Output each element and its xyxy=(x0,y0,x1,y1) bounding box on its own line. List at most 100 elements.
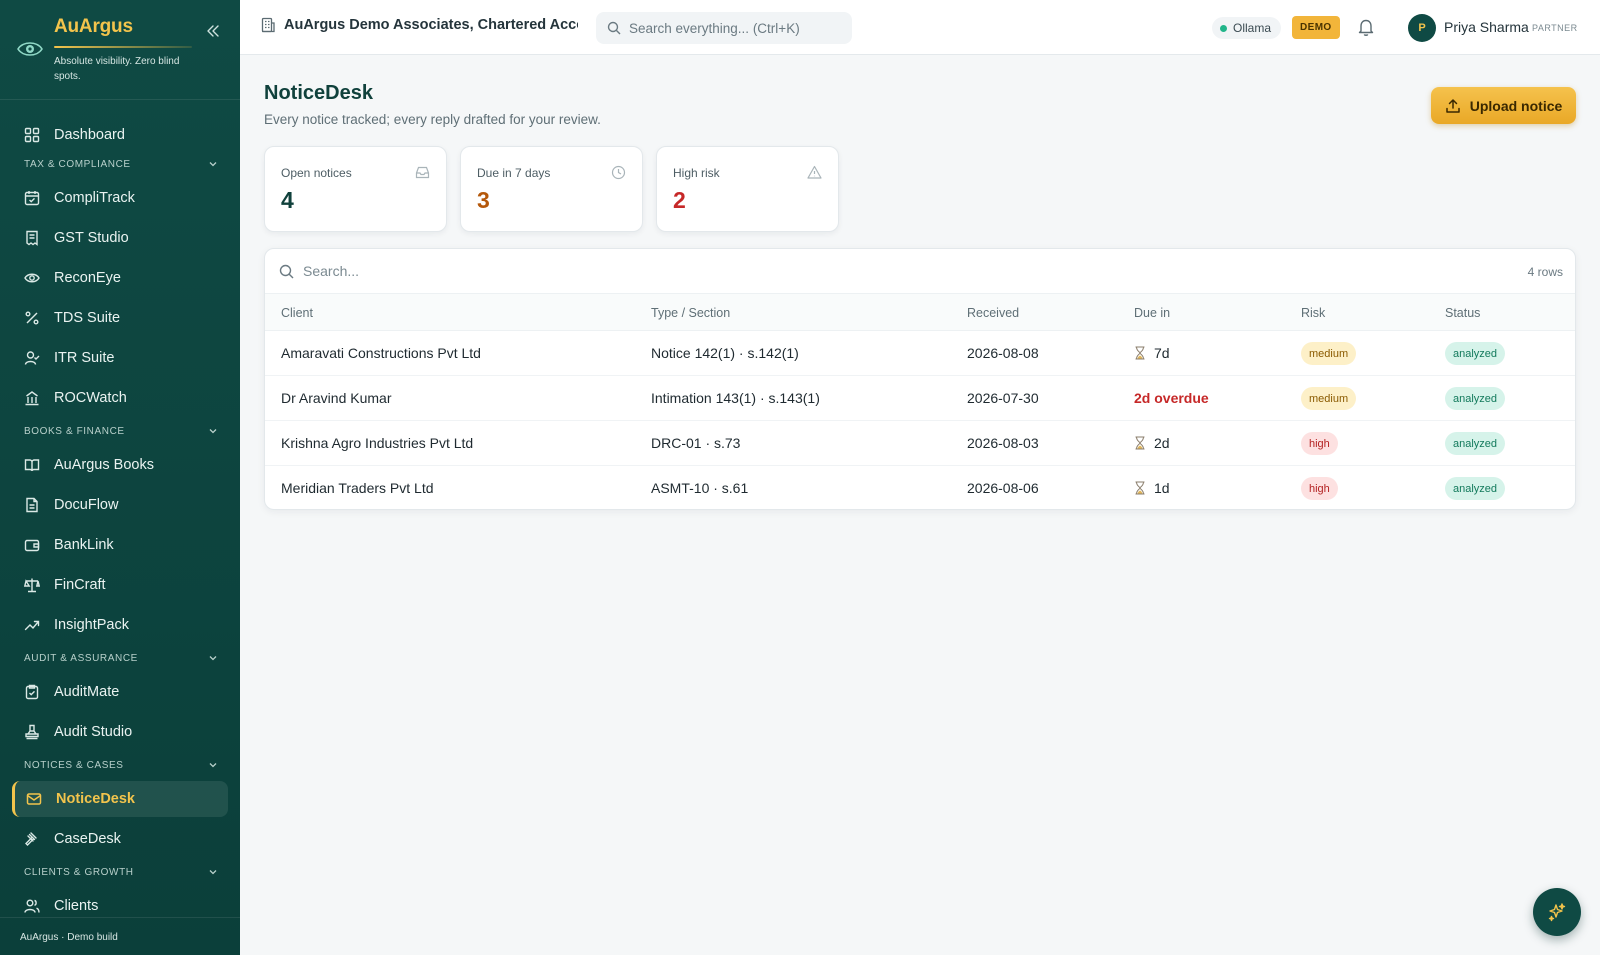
sidebar-item-label: Clients xyxy=(54,898,99,914)
scale-icon xyxy=(24,578,40,593)
cell-received: 2026-07-30 xyxy=(967,390,1039,406)
sidebar-item-label: ITR Suite xyxy=(54,350,115,366)
sidebar-item-fincraft[interactable]: FinCraft xyxy=(12,567,228,603)
sidebar-item-label: BankLink xyxy=(54,537,114,553)
sidebar-item-label: TDS Suite xyxy=(54,310,121,326)
sidebar-item-tds-suite[interactable]: TDS Suite xyxy=(12,300,228,336)
stat-label: Open notices xyxy=(281,166,352,180)
chevron-down-icon xyxy=(209,429,217,434)
book-open-icon xyxy=(24,459,40,472)
column-header-risk[interactable]: Risk xyxy=(1301,306,1325,320)
global-search-input[interactable]: Search everything... (Ctrl+K) xyxy=(596,12,852,44)
table-search-input[interactable]: Search... xyxy=(265,249,1575,294)
due-value: 2d xyxy=(1154,435,1170,451)
cell-received: 2026-08-03 xyxy=(967,435,1039,451)
status-badge: analyzed xyxy=(1445,477,1506,500)
brand: AuArgus Absolute visibility. Zero blind … xyxy=(0,0,240,100)
sidebar: AuArgus Absolute visibility. Zero blind … xyxy=(0,0,240,955)
brand-tagline: Absolute visibility. Zero blind spots. xyxy=(54,56,180,82)
sidebar-item-label: AuditMate xyxy=(54,684,120,700)
sidebar-item-label: CaseDesk xyxy=(54,831,121,847)
sidebar-item-docuflow[interactable]: DocuFlow xyxy=(12,487,228,523)
chevron-down-icon xyxy=(209,656,217,661)
ollama-status[interactable]: Ollama xyxy=(1212,17,1282,39)
column-header-client[interactable]: Client xyxy=(281,306,313,320)
table-row[interactable]: Dr Aravind Kumar Intimation 143(1) · s.1… xyxy=(265,376,1575,421)
section-tax-compliance[interactable]: TAX & COMPLIANCE xyxy=(24,156,218,172)
page-subtitle: Every notice tracked; every reply drafte… xyxy=(264,112,601,127)
sidebar-item-label: Dashboard xyxy=(54,127,125,143)
user-check-icon xyxy=(24,351,40,365)
avatar[interactable]: P xyxy=(1408,14,1436,42)
search-icon xyxy=(279,264,294,278)
collapse-sidebar-icon[interactable] xyxy=(204,22,222,40)
sidebar-item-banklink[interactable]: BankLink xyxy=(12,527,228,563)
stamp-icon xyxy=(25,724,39,740)
status-badge: analyzed xyxy=(1445,432,1506,455)
page-title: NoticeDesk xyxy=(264,82,373,104)
section-audit-assurance[interactable]: AUDIT & ASSURANCE xyxy=(24,650,218,666)
hourglass-icon xyxy=(1135,481,1145,495)
section-notices-cases[interactable]: NOTICES & CASES xyxy=(24,757,218,773)
section-books-finance[interactable]: BOOKS & FINANCE xyxy=(24,423,218,439)
ai-assistant-button[interactable] xyxy=(1533,888,1581,936)
sidebar-item-reconeye[interactable]: ReconEye xyxy=(12,260,228,296)
clock-icon xyxy=(611,165,626,180)
table-row[interactable]: Krishna Agro Industries Pvt Ltd DRC-01 ·… xyxy=(265,421,1575,466)
stat-value: 4 xyxy=(281,187,294,213)
sidebar-item-dashboard[interactable]: Dashboard xyxy=(12,117,228,153)
sidebar-item-label: AuArgus Books xyxy=(54,457,154,473)
brand-name: AuArgus xyxy=(54,16,133,37)
sidebar-footer: AuArgus · Demo build xyxy=(0,917,240,955)
building-icon xyxy=(261,17,275,33)
table-row[interactable]: Amaravati Constructions Pvt Ltd Notice 1… xyxy=(265,331,1575,376)
section-label: CLIENTS & GROWTH xyxy=(24,866,134,878)
stat-label: High risk xyxy=(673,166,720,180)
stat-value: 2 xyxy=(673,187,686,213)
sidebar-item-label: NoticeDesk xyxy=(56,791,135,807)
brand-underline xyxy=(54,46,192,48)
status-badge: analyzed xyxy=(1445,387,1506,410)
user-name[interactable]: Priya Sharma xyxy=(1444,19,1529,35)
cell-client: Amaravati Constructions Pvt Ltd xyxy=(281,345,481,361)
calendar-check-icon xyxy=(24,191,40,206)
upload-notice-button[interactable]: Upload notice xyxy=(1431,87,1576,124)
sidebar-item-casedesk[interactable]: CaseDesk xyxy=(12,821,228,857)
section-clients-growth[interactable]: CLIENTS & GROWTH xyxy=(24,864,218,880)
cell-client: Meridian Traders Pvt Ltd xyxy=(281,480,434,496)
table-row[interactable]: Meridian Traders Pvt Ltd ASMT-10 · s.61 … xyxy=(265,466,1575,509)
due-value: 1d xyxy=(1154,480,1170,496)
cell-type-section: DRC-01 · s.73 xyxy=(651,435,741,451)
sidebar-item-auditmate[interactable]: AuditMate xyxy=(12,674,228,710)
sidebar-item-rocwatch[interactable]: ROCWatch xyxy=(12,380,228,416)
column-header-status[interactable]: Status xyxy=(1445,306,1480,320)
hourglass-icon xyxy=(1135,346,1145,360)
sidebar-item-label: ROCWatch xyxy=(54,390,127,406)
upload-icon xyxy=(1445,98,1460,113)
sidebar-item-audit-studio[interactable]: Audit Studio xyxy=(12,714,228,750)
sidebar-item-gst-studio[interactable]: GST Studio xyxy=(12,220,228,256)
document-icon xyxy=(26,497,38,513)
receipt-icon xyxy=(26,230,38,246)
mail-icon xyxy=(26,793,42,805)
sidebar-item-auargus-books[interactable]: AuArgus Books xyxy=(12,447,228,483)
sidebar-item-noticedesk[interactable]: NoticeDesk xyxy=(12,781,228,817)
ollama-label: Ollama xyxy=(1233,21,1272,35)
cell-type-section: ASMT-10 · s.61 xyxy=(651,480,749,496)
organization-switcher[interactable]: AuArgus Demo Associates, Chartered Accou… xyxy=(260,17,578,33)
table-header: Client Type / Section Received Due in Ri… xyxy=(265,294,1575,331)
column-header-due-in[interactable]: Due in xyxy=(1134,306,1170,320)
cell-due-in: 2d overdue xyxy=(1134,390,1209,406)
column-header-type-section[interactable]: Type / Section xyxy=(651,306,730,320)
bell-icon[interactable] xyxy=(1356,17,1376,37)
sidebar-item-itr-suite[interactable]: ITR Suite xyxy=(12,340,228,376)
column-header-received[interactable]: Received xyxy=(967,306,1019,320)
stat-card-high-risk: High risk 2 xyxy=(656,146,839,232)
table-search-placeholder: Search... xyxy=(303,263,360,279)
eye-logo-icon xyxy=(17,42,43,56)
sidebar-item-insightpack[interactable]: InsightPack xyxy=(12,607,228,643)
building-icon xyxy=(25,391,39,406)
risk-badge: medium xyxy=(1301,342,1357,365)
sidebar-item-label: GST Studio xyxy=(54,230,129,246)
sidebar-item-complitrack[interactable]: CompliTrack xyxy=(12,180,228,216)
